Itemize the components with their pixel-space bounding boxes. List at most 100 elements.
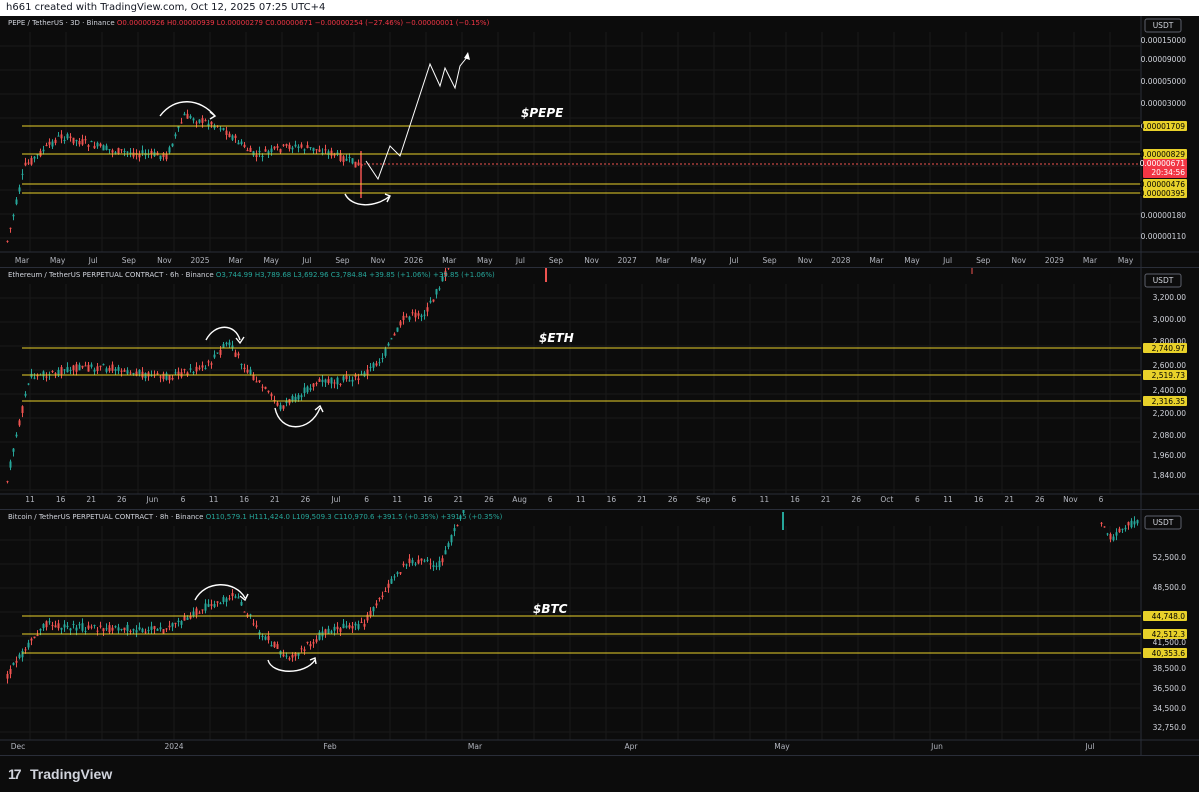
pepe-candle	[219, 128, 222, 130]
eth-candle	[402, 315, 405, 321]
eth-candle	[366, 369, 369, 375]
eth-candle	[126, 370, 129, 374]
btc-candle	[348, 625, 351, 628]
pepe-candle	[6, 240, 9, 242]
eth-candle	[336, 377, 339, 385]
pepe-x-tick-label: Nov	[371, 256, 386, 265]
eth-candle	[267, 390, 270, 393]
eth-candle	[414, 312, 417, 318]
btc-y-tick-label: 34,500.0	[1153, 704, 1187, 713]
eth-x-tick-label: 11	[25, 495, 35, 504]
eth-candle	[201, 365, 204, 368]
eth-candle	[249, 369, 252, 375]
btc-y-tick-label: 48,500.0	[1153, 583, 1187, 592]
pepe-candle	[72, 137, 75, 144]
btc-candle	[387, 583, 390, 588]
eth-candle	[138, 369, 141, 374]
eth-candle	[144, 373, 147, 379]
eth-candle	[123, 370, 126, 372]
eth-candle	[45, 376, 48, 378]
pepe-chart-pane[interactable]: USDT 0.00015000 0.00009000 0.00005000 0.0000…	[0, 16, 1199, 268]
pepe-candle	[111, 150, 114, 153]
eth-y-tick-label: 2,080.00	[1153, 431, 1187, 440]
btc-candle	[78, 624, 81, 626]
eth-legend: Ethereum / TetherUS PERPETUAL CONTRACT ·…	[8, 271, 495, 279]
btc-candle	[399, 572, 402, 574]
pepe-candle	[78, 140, 81, 145]
pepe-x-tick-label: May	[1118, 256, 1134, 265]
pepe-candle	[192, 118, 195, 121]
btc-candle	[225, 598, 228, 602]
eth-candle	[351, 379, 354, 382]
pepe-chart[interactable]: USDT 0.00015000 0.00009000 0.00005000 0.0000…	[0, 16, 1199, 268]
pepe-legend: PEPE / TetherUS · 3D · Binance O0.000009…	[8, 19, 489, 27]
eth-x-tick-label: 26	[851, 495, 861, 504]
eth-x-tick-label: 6	[915, 495, 920, 504]
eth-candle	[279, 405, 282, 410]
pepe-x-tick-label: 2025	[190, 256, 209, 265]
btc-change: +391.5 (+0.35%)	[376, 513, 439, 521]
eth-chart-pane[interactable]: USDT 3,200.00 3,000.00 2,800.00 2,600.00 2,40…	[0, 268, 1199, 510]
btc-candle	[72, 623, 75, 625]
eth-candle	[108, 367, 111, 371]
btc-candle	[42, 624, 45, 629]
eth-x-tick-label: 16	[974, 495, 984, 504]
pepe-x-tick-label: Mar	[15, 256, 30, 265]
pepe-x-tick-label: Mar	[442, 256, 457, 265]
btc-change-extra: +391.5 (+0.35%)	[440, 513, 503, 521]
eth-candle	[216, 352, 219, 354]
btc-chart[interactable]: USDT 52,500.0 48,500.0 41,500.0 38,500.0 36,5…	[0, 510, 1199, 756]
btc-candle	[33, 636, 36, 639]
eth-x-tick-label: 21	[86, 495, 96, 504]
eth-candle	[387, 343, 390, 346]
btc-candle	[237, 597, 240, 599]
eth-candle	[177, 371, 180, 375]
btc-candle	[204, 603, 207, 611]
eth-x-tick-label: 16	[423, 495, 433, 504]
eth-candle	[327, 379, 330, 383]
eth-x-tick-label: 21	[821, 495, 831, 504]
pepe-x-tick-label: 2026	[404, 256, 423, 265]
eth-candle	[261, 386, 264, 388]
pepe-x-tick-label: Jul	[515, 256, 525, 265]
btc-candle	[219, 603, 222, 605]
pepe-candle	[246, 150, 249, 152]
btc-candle	[66, 625, 69, 628]
pepe-candle	[342, 156, 345, 162]
btc-chart-pane[interactable]: USDT 52,500.0 48,500.0 41,500.0 38,500.0 36,5…	[0, 510, 1199, 756]
btc-candle	[249, 614, 252, 616]
tradingview-logo[interactable]: 17 TradingView	[8, 766, 112, 782]
eth-candle	[264, 386, 267, 389]
btc-candle	[405, 564, 408, 566]
btc-candle	[6, 673, 9, 679]
eth-x-tick-label: 21	[637, 495, 647, 504]
pepe-y-tick-label: 0.00005000	[1141, 77, 1187, 86]
btc-candle	[285, 655, 288, 657]
btc-candle	[57, 623, 60, 629]
pepe-candle	[204, 120, 207, 122]
btc-candle	[51, 625, 54, 627]
eth-candle	[363, 372, 366, 377]
eth-x-tick-label: Sep	[696, 495, 710, 504]
pepe-y-tick-label: 0.00000180	[1141, 211, 1187, 220]
btc-candle	[213, 604, 216, 607]
eth-x-tick-label: Jul	[330, 495, 340, 504]
eth-x-tick-label: 21	[270, 495, 280, 504]
btc-candle	[132, 629, 135, 631]
eth-x-tick-label: Oct	[880, 495, 893, 504]
btc-currency-label: USDT	[1153, 518, 1174, 527]
eth-chart[interactable]: USDT3,200.003,000.002,800.002,600.002,40…	[0, 268, 1199, 510]
btc-x-tick-label: Jun	[930, 742, 943, 751]
eth-candle	[189, 368, 192, 370]
pepe-candle	[48, 141, 51, 145]
pepe-y-tick-label: 0.00000110	[1141, 232, 1187, 241]
eth-currency-label: USDT	[1153, 276, 1174, 285]
eth-candle	[54, 373, 57, 375]
btc-candle	[414, 563, 417, 565]
pepe-candle	[240, 141, 243, 145]
btc-candle	[303, 649, 306, 651]
eth-candle	[420, 315, 423, 317]
eth-candle	[18, 420, 21, 426]
btc-candle	[93, 625, 96, 627]
pepe-symbol: PEPE / TetherUS · 3D · Binance	[8, 19, 115, 27]
